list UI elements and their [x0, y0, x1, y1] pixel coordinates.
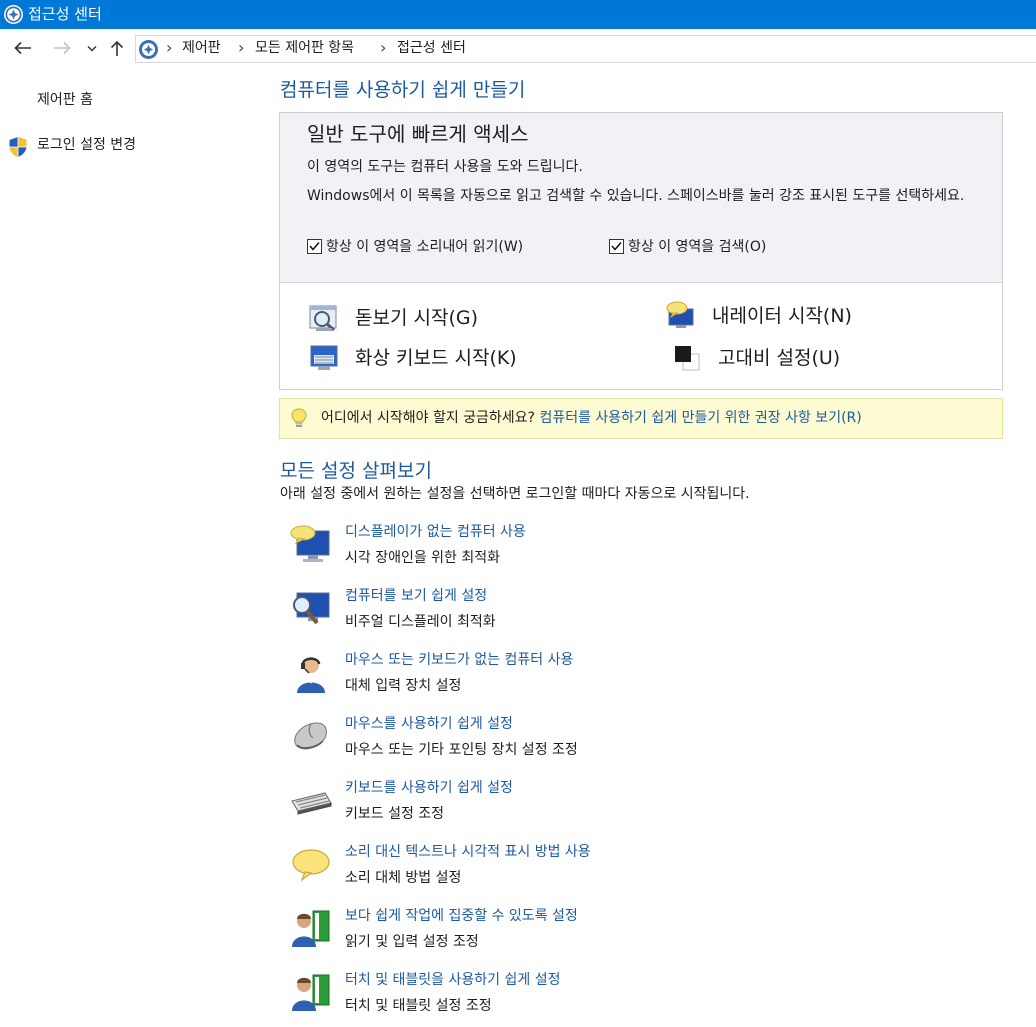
title-bar: 접근성 센터: [0, 0, 1036, 29]
list-item: 디스플레이가 없는 컴퓨터 사용 시각 장애인을 위한 최적화: [289, 523, 1009, 579]
item-link[interactable]: 디스플레이가 없는 컴퓨터 사용: [345, 523, 526, 542]
breadcrumb-separator: ›: [166, 38, 173, 57]
person-tablet-icon: [292, 974, 330, 1011]
checkbox-box[interactable]: [609, 238, 624, 254]
item-link[interactable]: 터치 및 태블릿을 사용하기 쉽게 설정: [345, 971, 560, 990]
uac-shield-icon: [9, 137, 27, 157]
start-narrator-label: 내레이터 시작(N): [712, 305, 852, 327]
item-link[interactable]: 마우스를 사용하기 쉽게 설정: [345, 715, 513, 734]
control-panel-icon: [139, 40, 158, 59]
narrator-icon: [664, 299, 698, 333]
mouse-icon: [294, 722, 327, 750]
checkbox-box[interactable]: [307, 238, 322, 254]
set-up-high-contrast-button[interactable]: 고대비 설정(U): [670, 341, 840, 375]
magnifier-icon: [307, 301, 341, 335]
quick-access-description: 이 영역의 도구는 컴퓨터 사용을 도와 드립니다.: [307, 159, 583, 175]
forward-button[interactable]: [49, 37, 75, 59]
headset-person-icon: [297, 657, 325, 693]
address-bar[interactable]: › 제어판 › 모든 제어판 항목 › 접근성 센터: [135, 35, 1036, 63]
item-description: 키보드 설정 조정: [345, 806, 445, 822]
recent-locations-button[interactable]: [83, 37, 101, 59]
breadcrumb-all-items[interactable]: 모든 제어판 항목: [255, 40, 354, 57]
back-button[interactable]: [10, 37, 36, 59]
page-title: 컴퓨터를 사용하기 쉽게 만들기: [280, 79, 526, 101]
window-title: 접근성 센터: [28, 5, 102, 23]
breadcrumb-separator: ›: [380, 38, 387, 57]
recommendations-link[interactable]: 컴퓨터를 사용하기 쉽게 만들기 위한 권장 사항 보기(R): [539, 410, 861, 426]
item-link[interactable]: 키보드를 사용하기 쉽게 설정: [345, 779, 513, 798]
checkmark-icon: [611, 242, 622, 251]
forward-arrow-icon: [54, 41, 71, 55]
list-item: 마우스 또는 키보드가 없는 컴퓨터 사용 대체 입력 장치 설정: [289, 651, 1009, 707]
tip-bar: 어디에서 시작해야 할지 궁금하세요? 컴퓨터를 사용하기 쉽게 만들기 위한 …: [279, 398, 1003, 439]
explore-description: 아래 설정 중에서 원하는 설정을 선택하면 로그인할 때마다 자동으로 시작됩…: [280, 486, 750, 502]
up-button[interactable]: [106, 37, 128, 59]
item-description: 비주얼 디스플레이 최적화: [345, 614, 496, 630]
item-description: 시각 장애인을 위한 최적화: [345, 550, 501, 566]
list-item: 컴퓨터를 보기 쉽게 설정 비주얼 디스플레이 최적화: [289, 587, 1009, 643]
sidebar-item-control-panel-home[interactable]: 제어판 홈: [37, 92, 93, 109]
explore-heading: 모든 설정 살펴보기: [280, 460, 432, 482]
monitor-magnifier-icon: [293, 592, 330, 625]
ease-of-access-icon: [4, 5, 23, 24]
speech-bubble-icon: [292, 849, 330, 882]
item-link[interactable]: 보다 쉽게 작업에 집중할 수 있도록 설정: [345, 907, 578, 926]
checkmark-icon: [309, 242, 320, 251]
item-link[interactable]: 소리 대신 텍스트나 시각적 표시 방법 사용: [345, 843, 591, 862]
quick-access-instruction: Windows에서 이 목록을 자동으로 읽고 검색할 수 있습니다. 스페이스…: [307, 188, 965, 204]
item-link[interactable]: 컴퓨터를 보기 쉽게 설정: [345, 587, 487, 606]
scan-area-checkbox[interactable]: 항상 이 영역을 검색(O): [609, 236, 766, 256]
on-screen-keyboard-icon: [307, 341, 341, 375]
breadcrumb-ease-of-access[interactable]: 접근성 센터: [397, 40, 466, 57]
item-description: 터치 및 태블릿 설정 조정: [345, 998, 492, 1014]
list-item: 소리 대신 텍스트나 시각적 표시 방법 사용 소리 대체 방법 설정: [289, 843, 1009, 899]
list-item: 마우스를 사용하기 쉽게 설정 마우스 또는 기타 포인팅 장치 설정 조정: [289, 715, 1009, 771]
quick-access-title: 일반 도구에 빠르게 액세스: [307, 122, 529, 146]
item-description: 소리 대체 방법 설정: [345, 870, 462, 886]
breadcrumb-separator: ›: [238, 38, 245, 57]
navigation-bar: › 제어판 › 모든 제어판 항목 › 접근성 센터: [0, 29, 1036, 66]
item-description: 읽기 및 입력 설정 조정: [345, 934, 479, 950]
start-on-screen-keyboard-button[interactable]: 화상 키보드 시작(K): [307, 341, 517, 375]
tip-text: 어디에서 시작해야 할지 궁금하세요? 컴퓨터를 사용하기 쉽게 만들기 위한 …: [321, 409, 862, 428]
up-arrow-icon: [110, 40, 124, 56]
start-magnifier-button[interactable]: 돋보기 시작(G): [307, 301, 478, 335]
scan-area-label: 항상 이 영역을 검색(O): [628, 239, 767, 255]
list-item: 키보드를 사용하기 쉽게 설정 키보드 설정 조정: [289, 779, 1009, 835]
person-book-icon: [292, 910, 330, 947]
keyboard-icon: [291, 792, 332, 815]
high-contrast-icon: [670, 341, 704, 375]
list-item: 터치 및 태블릿을 사용하기 쉽게 설정 터치 및 태블릿 설정 조정: [289, 971, 1009, 1027]
read-aloud-label: 항상 이 영역을 소리내어 읽기(W): [326, 239, 524, 255]
chevron-down-icon: [87, 45, 97, 51]
quick-access-panel: 일반 도구에 빠르게 액세스 이 영역의 도구는 컴퓨터 사용을 도와 드립니다…: [279, 112, 1003, 390]
read-aloud-checkbox[interactable]: 항상 이 영역을 소리내어 읽기(W): [307, 236, 523, 256]
breadcrumb-control-panel[interactable]: 제어판: [182, 40, 221, 57]
lightbulb-icon: [291, 408, 307, 427]
monitor-speech-icon: [290, 525, 330, 562]
set-up-high-contrast-label: 고대비 설정(U): [718, 347, 841, 369]
item-description: 대체 입력 장치 설정: [345, 678, 462, 694]
start-on-screen-keyboard-label: 화상 키보드 시작(K): [355, 347, 517, 369]
start-narrator-button[interactable]: 내레이터 시작(N): [664, 299, 852, 333]
start-magnifier-label: 돋보기 시작(G): [355, 307, 478, 329]
item-link[interactable]: 마우스 또는 키보드가 없는 컴퓨터 사용: [345, 651, 573, 670]
item-description: 마우스 또는 기타 포인팅 장치 설정 조정: [345, 742, 578, 758]
back-arrow-icon: [14, 41, 31, 55]
sidebar-item-change-sign-in-settings[interactable]: 로그인 설정 변경: [37, 137, 136, 154]
list-item: 보다 쉽게 작업에 집중할 수 있도록 설정 읽기 및 입력 설정 조정: [289, 907, 1009, 963]
tip-question: 어디에서 시작해야 할지 궁금하세요?: [321, 410, 535, 426]
